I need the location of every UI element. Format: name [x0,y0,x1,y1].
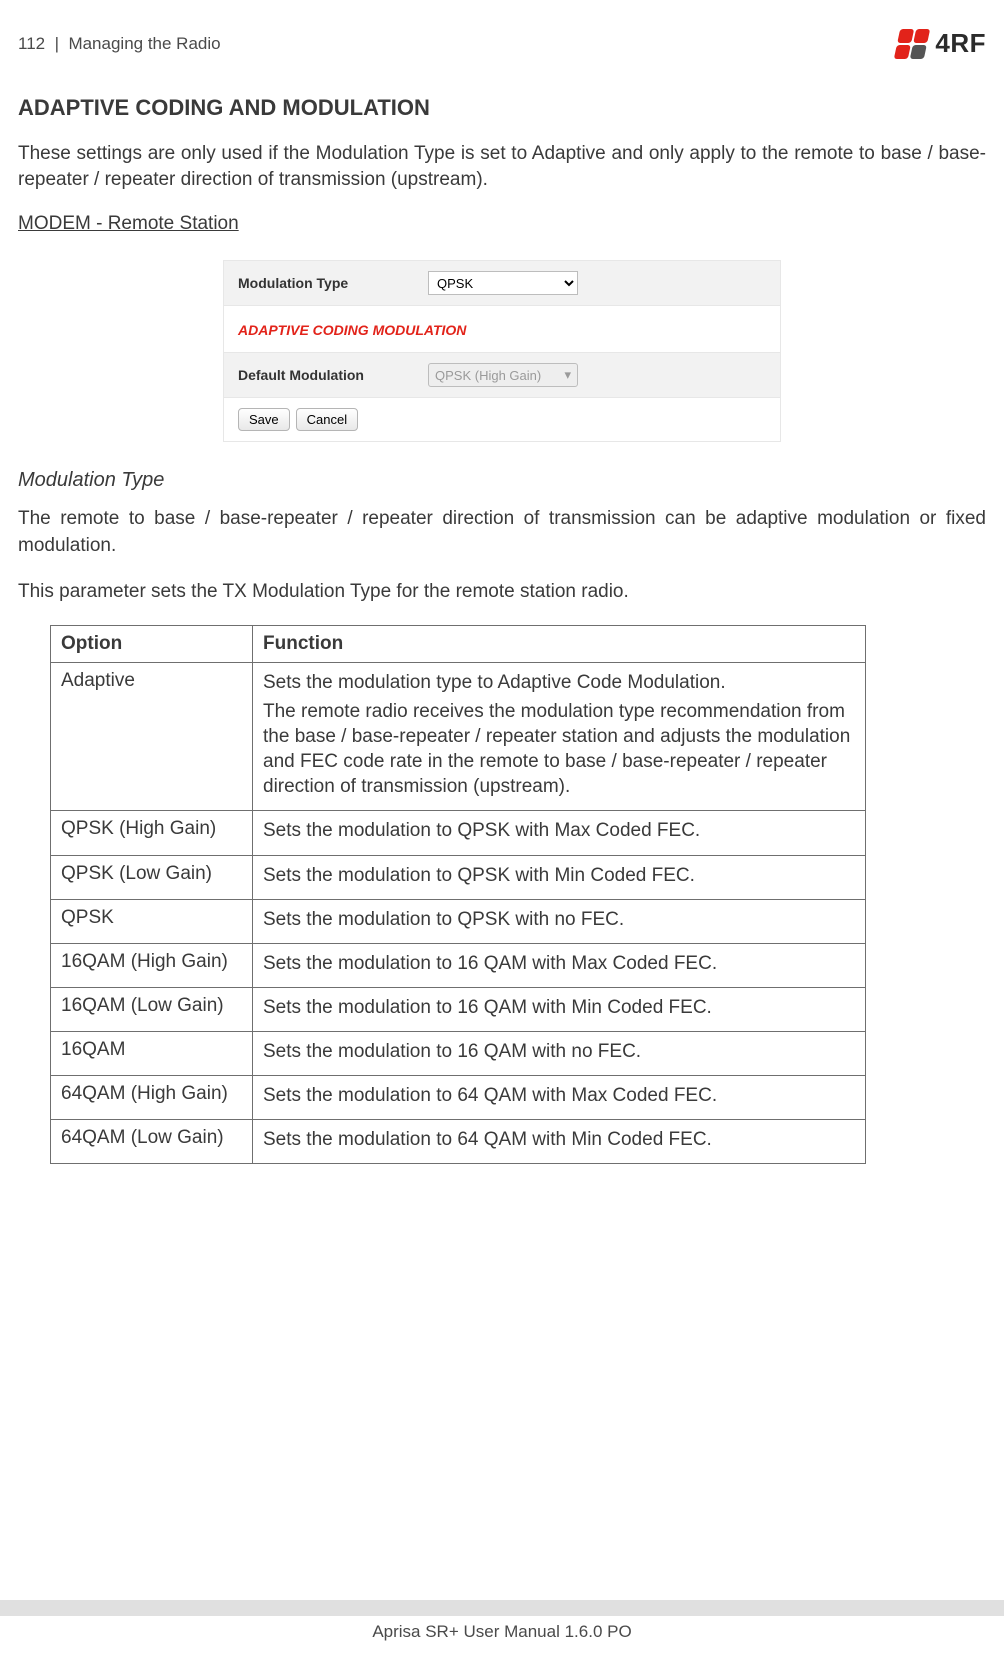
function-cell: Sets the modulation to 16 QAM with Min C… [253,987,866,1031]
intro-paragraph: These settings are only used if the Modu… [18,141,986,193]
option-cell: 64QAM (Low Gain) [51,1120,253,1164]
modem-panel: Modulation Type QPSK ADAPTIVE CODING MOD… [224,261,780,441]
col-header-option: Option [51,626,253,663]
chevron-down-icon: ▾ [564,367,571,383]
option-cell: 16QAM (Low Gain) [51,987,253,1031]
default-modulation-label: Default Modulation [238,367,428,383]
modulation-type-row: Modulation Type QPSK [224,261,780,306]
page-header: 112 | Managing the Radio 4RF [18,28,986,59]
default-modulation-row: Default Modulation QPSK (High Gain) ▾ [224,353,780,398]
options-table: Option Function Adaptive Sets the modula… [50,625,866,1164]
table-row: Adaptive Sets the modulation type to Ada… [51,663,866,811]
table-row: 64QAM (High Gain) Sets the modulation to… [51,1075,866,1119]
table-row: QPSK (Low Gain) Sets the modulation to Q… [51,855,866,899]
option-cell: QPSK (High Gain) [51,811,253,855]
option-cell: 16QAM [51,1031,253,1075]
table-row: 64QAM (Low Gain) Sets the modulation to … [51,1120,866,1164]
default-modulation-select: QPSK (High Gain) ▾ [428,363,578,387]
option-cell: QPSK [51,899,253,943]
function-cell: Sets the modulation to QPSK with Min Cod… [253,855,866,899]
option-cell: QPSK (Low Gain) [51,855,253,899]
function-cell: Sets the modulation to QPSK with no FEC. [253,899,866,943]
page-number: 112 [18,34,45,53]
function-cell: Sets the modulation to 64 QAM with Max C… [253,1075,866,1119]
function-cell: Sets the modulation to 16 QAM with no FE… [253,1031,866,1075]
table-row: 16QAM Sets the modulation to 16 QAM with… [51,1031,866,1075]
header-separator: | [55,34,59,53]
header-left: 112 | Managing the Radio [18,34,221,54]
function-cell: Sets the modulation to 64 QAM with Min C… [253,1120,866,1164]
option-cell: 16QAM (High Gain) [51,943,253,987]
table-row: QPSK Sets the modulation to QPSK with no… [51,899,866,943]
cancel-button[interactable]: Cancel [296,408,358,431]
modulation-type-para2: This parameter sets the TX Modulation Ty… [18,579,986,605]
footer-bar [0,1600,1004,1616]
function-cell: Sets the modulation to 16 QAM with Max C… [253,943,866,987]
option-cell: 64QAM (High Gain) [51,1075,253,1119]
header-title: Managing the Radio [68,34,220,53]
adaptive-coding-title: ADAPTIVE CODING MODULATION [224,306,780,353]
brand-logo: 4RF [897,28,986,59]
function-cell: Sets the modulation type to Adaptive Cod… [253,663,866,811]
subsection-head: MODEM - Remote Station [18,213,986,235]
footer-text: Aprisa SR+ User Manual 1.6.0 PO [0,1622,1004,1642]
logo-dots-icon [894,29,930,59]
function-cell: Sets the modulation to QPSK with Max Cod… [253,811,866,855]
modulation-type-label: Modulation Type [238,275,428,291]
table-header-row: Option Function [51,626,866,663]
modulation-type-heading: Modulation Type [18,469,986,492]
default-modulation-value: QPSK (High Gain) [435,368,541,383]
table-row: 16QAM (High Gain) Sets the modulation to… [51,943,866,987]
panel-button-row: Save Cancel [224,398,780,441]
section-title: ADAPTIVE CODING AND MODULATION [18,95,986,121]
save-button[interactable]: Save [238,408,290,431]
option-cell: Adaptive [51,663,253,811]
table-row: QPSK (High Gain) Sets the modulation to … [51,811,866,855]
col-header-function: Function [253,626,866,663]
logo-text: 4RF [935,28,986,59]
table-row: 16QAM (Low Gain) Sets the modulation to … [51,987,866,1031]
footer: Aprisa SR+ User Manual 1.6.0 PO [0,1600,1004,1642]
modulation-type-select[interactable]: QPSK [428,271,578,295]
modulation-type-para1: The remote to base / base-repeater / rep… [18,506,986,558]
